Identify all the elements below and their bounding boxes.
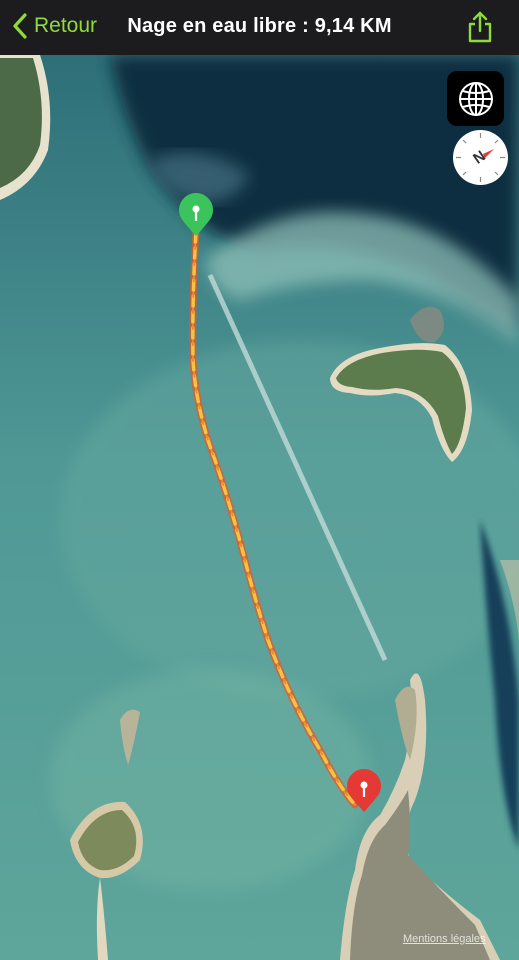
map-type-button[interactable] [447, 71, 504, 126]
screen: Retour Nage en eau libre : 9,14 KM N Men… [0, 0, 519, 960]
satellite-map[interactable] [0, 55, 519, 960]
navigation-bar: Retour Nage en eau libre : 9,14 KM [0, 0, 519, 55]
globe-icon [458, 81, 493, 116]
page-title: Nage en eau libre : 9,14 KM [127, 15, 392, 37]
compass-icon[interactable]: N [452, 129, 509, 186]
share-icon[interactable] [465, 10, 495, 44]
legal-link[interactable]: Mentions légales [403, 933, 486, 945]
